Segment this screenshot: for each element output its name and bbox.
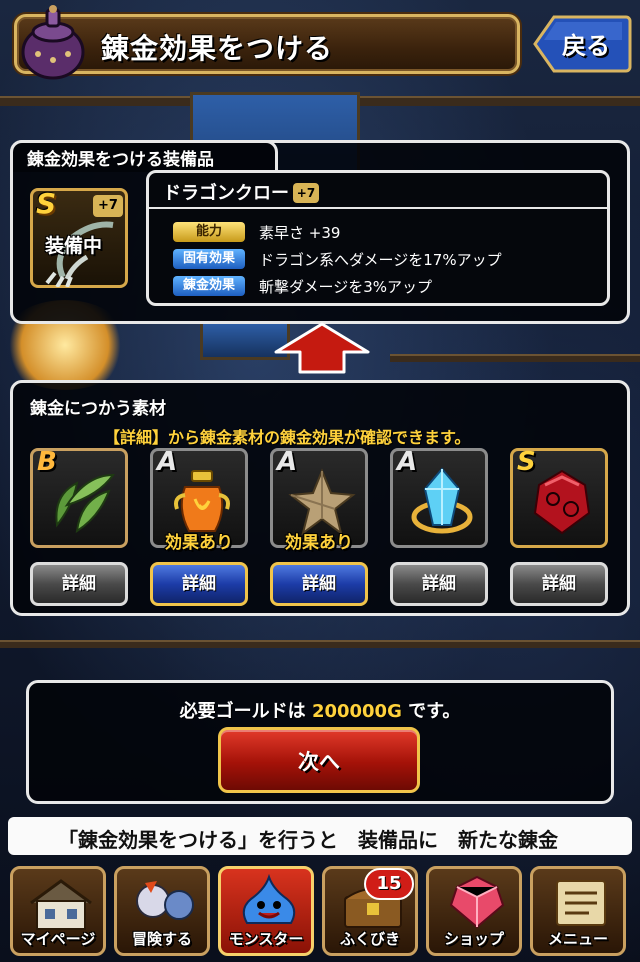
equipment-plus-badge: +7 [93, 195, 123, 217]
stat-row: 固有効果 ドラゴン系へダメージを17%アップ [173, 248, 502, 270]
material-card[interactable]: S [510, 447, 608, 548]
equipment-rank: S [36, 187, 57, 220]
material-card[interactable]: A 効果あり [270, 447, 368, 553]
stat-value-alchemy: 斬撃ダメージを3%アップ [259, 277, 433, 296]
info-ticker: 「錬金効果をつける」を行うと 装備品に 新たな錬金 [8, 817, 632, 855]
monsters-icon [136, 881, 194, 920]
nav-mypage[interactable]: マイページ [10, 866, 106, 956]
material-rank: A [397, 447, 418, 477]
nav-label: ショップ [443, 930, 504, 948]
equipment-icon-card[interactable]: S +7 装備中 [30, 187, 128, 288]
ticker-text: 「錬金効果をつける」を行うと 装備品に 新たな錬金 [58, 828, 558, 852]
page-title: 錬金効果をつける [101, 32, 334, 65]
material-rank: A [157, 447, 178, 477]
alchemy-pot-icon [21, 5, 85, 80]
equipment-stats-box: ドラゴンクロー +7 能力 素早さ +39 固有効果 ドラゴン系へダメージを17%… [146, 170, 610, 306]
nav-menu[interactable]: メニュー [530, 866, 626, 956]
material-card[interactable]: B [30, 447, 128, 548]
stat-tag-unique: 固有効果 [173, 249, 245, 269]
back-button[interactable]: 戻る [532, 14, 632, 74]
nav-label: メニュー [547, 930, 608, 948]
materials-section-title: 錬金につかう素材 [30, 399, 166, 419]
scroll-icon [556, 880, 606, 926]
next-button-label: 次へ [298, 750, 340, 774]
stats-divider [149, 207, 607, 209]
nav-monster[interactable]: モンスター [218, 866, 314, 956]
detail-button[interactable]: 詳細 [150, 562, 248, 606]
equipment-name-plus: +7 [293, 183, 319, 203]
house-icon [30, 879, 92, 930]
red-gem-icon [533, 469, 591, 535]
material-rank: B [37, 447, 57, 477]
nav-label: 冒険する [131, 930, 192, 948]
material-effect-label: 効果あり [285, 533, 353, 553]
gem-icon [449, 875, 505, 929]
nav-label: ふくびき [339, 930, 400, 948]
material-effect-label: 効果あり [165, 533, 233, 553]
material-card[interactable]: A 効果あり [150, 447, 248, 553]
equipment-section-title: 錬金効果をつける装備品 [27, 150, 214, 170]
material-card[interactable]: A [390, 447, 488, 548]
stat-row: 能力 素早さ +39 [173, 221, 340, 243]
detail-button[interactable]: 詳細 [30, 562, 128, 606]
detail-button[interactable]: 詳細 [510, 562, 608, 606]
stat-value-ability: 素早さ +39 [259, 223, 341, 242]
crystal-icon [411, 467, 473, 534]
nav-label: モンスター [228, 930, 304, 948]
gold-amount: 200000G [311, 701, 402, 722]
stat-tag-alchemy: 錬金効果 [173, 276, 245, 296]
back-button-label: 戻る [562, 32, 610, 60]
lottery-count-badge: 15 [364, 868, 414, 900]
detail-button[interactable]: 詳細 [390, 562, 488, 606]
equipment-name: ドラゴンクロー [163, 183, 289, 204]
gold-suffix: です。 [401, 701, 461, 722]
nav-label: マイページ [20, 930, 96, 948]
stat-value-unique: ドラゴン系へダメージを17%アップ [259, 250, 502, 269]
detail-button[interactable]: 詳細 [270, 562, 368, 606]
equipment-name-row: ドラゴンクロー +7 [163, 179, 319, 205]
required-gold-text: 必要ゴールドは 200000G です。 [29, 697, 611, 723]
equipped-badge: 装備中 [45, 235, 103, 257]
stat-tag-ability: 能力 [173, 222, 245, 242]
nav-adventure[interactable]: 冒険する [114, 866, 210, 956]
leaf-icon [55, 473, 115, 533]
material-rank: A [277, 447, 298, 477]
stat-row: 錬金効果 斬撃ダメージを3%アップ [173, 275, 432, 297]
material-rank: S [517, 447, 536, 477]
gold-prefix: 必要ゴールドは [179, 701, 312, 722]
equipment-panel-tab: 錬金効果をつける装備品 [10, 140, 278, 172]
nav-shop[interactable]: ショップ [426, 866, 522, 956]
next-button[interactable]: 次へ [218, 727, 420, 793]
up-arrow-icon [274, 322, 370, 374]
materials-hint: 【詳細】から錬金素材の錬金効果が確認できます。 [104, 428, 471, 447]
slime-icon [242, 873, 296, 924]
